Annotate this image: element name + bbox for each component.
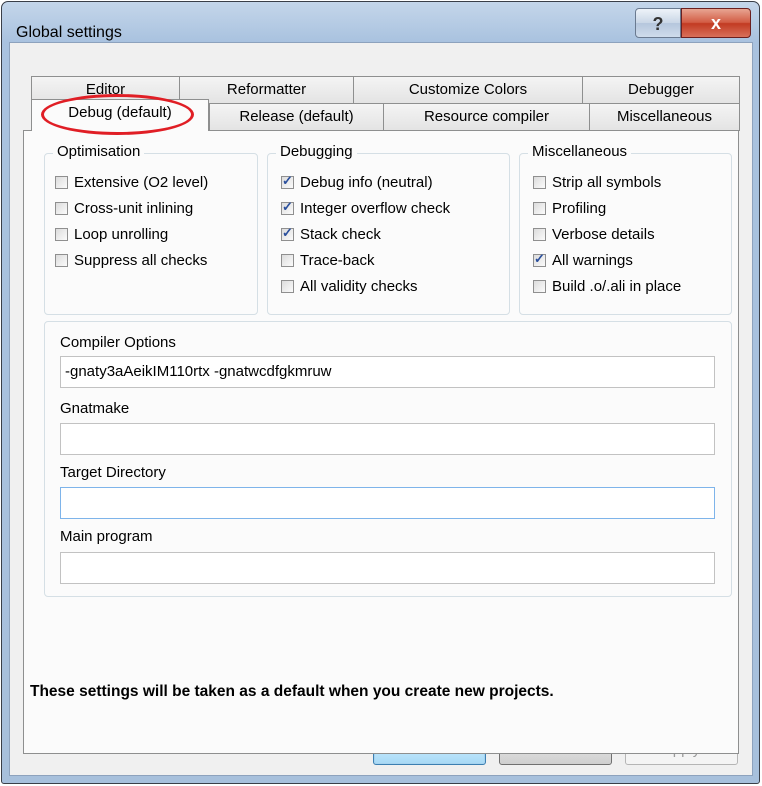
checkbox-box[interactable] [281,280,294,293]
checkbox-label: Suppress all checks [74,252,208,269]
checkbox-build-in-place[interactable]: Build .o/.ali in place [533,278,681,300]
checkbox-label: Debug info (neutral) [300,174,433,191]
dialog-window: Global settings ? x Editor Reformatter C… [1,1,760,784]
tab-label: Customize Colors [408,81,528,98]
close-icon: x [710,13,721,33]
checkbox-box[interactable] [533,176,546,189]
close-button[interactable]: x [681,8,751,38]
checkbox-profiling[interactable]: Profiling [533,200,606,222]
target-directory-input[interactable] [60,487,715,519]
gnatmake-label: Gnatmake [60,400,130,417]
checkbox-label: Loop unrolling [74,226,169,243]
checkbox-box[interactable] [281,199,294,215]
checkbox-strip-all-symbols[interactable]: Strip all symbols [533,174,661,196]
tab-release-default[interactable]: Release (default) [209,103,384,131]
highlight-annotation-ring [41,94,194,135]
checkbox-box[interactable] [55,176,68,189]
checkbox-box[interactable] [281,173,294,189]
checkbox-box[interactable] [533,251,546,267]
miscellaneous-group-title: Miscellaneous [528,143,632,160]
miscellaneous-group: Miscellaneous Strip all symbols Profilin… [519,143,732,315]
tab-miscellaneous[interactable]: Miscellaneous [589,103,740,131]
tab-label: Release (default) [239,108,354,125]
debugging-group-title: Debugging [276,143,357,160]
optimisation-group-title: Optimisation [53,143,145,160]
gnatmake-input[interactable] [60,423,715,455]
checkbox-box[interactable] [533,202,546,215]
compiler-options-label: Compiler Options [60,334,176,351]
checkbox-label: Strip all symbols [552,174,662,191]
help-icon: ? [652,14,664,34]
checkbox-debug-info[interactable]: Debug info (neutral) [281,173,433,196]
checkbox-verbose-details[interactable]: Verbose details [533,226,655,248]
checkbox-label: All warnings [552,252,633,269]
debugging-group: Debugging Debug info (neutral) Integer o… [267,143,510,315]
tab-label: Miscellaneous [616,108,713,125]
compiler-options-input[interactable]: -gnaty3aAeikIM110rtx -gnatwcdfgkmruw [60,356,715,388]
checkbox-box[interactable] [533,228,546,241]
checkbox-box[interactable] [533,280,546,293]
tab-debugger[interactable]: Debugger [582,76,740,104]
checkbox-loop-unrolling[interactable]: Loop unrolling [55,226,168,248]
optimisation-group: Optimisation Extensive (O2 level) Cross-… [44,143,258,315]
checkbox-box[interactable] [55,202,68,215]
window-title: Global settings [16,24,122,41]
tab-label: Resource compiler [423,108,550,125]
tab-label: Debugger [628,81,694,98]
tab-customize-colors[interactable]: Customize Colors [353,76,583,104]
checkbox-integer-overflow[interactable]: Integer overflow check [281,199,451,222]
main-program-input[interactable] [60,552,715,584]
compiler-fields-group: Compiler Options -gnaty3aAeikIM110rtx -g… [44,321,732,597]
checkbox-suppress-all-checks[interactable]: Suppress all checks [55,252,207,274]
checkbox-trace-back[interactable]: Trace-back [281,252,374,274]
checkbox-label: Trace-back [300,252,375,269]
tab-label: Reformatter [226,81,307,98]
tab-panel-debug-default: Optimisation Extensive (O2 level) Cross-… [23,130,739,754]
checkbox-all-warnings[interactable]: All warnings [533,251,633,274]
checkbox-label: Integer overflow check [300,200,451,217]
checkbox-all-validity-checks[interactable]: All validity checks [281,278,418,300]
main-program-label: Main program [60,528,153,545]
checkbox-label: Build .o/.ali in place [552,278,682,295]
help-button[interactable]: ? [635,8,681,38]
checkbox-label: Cross-unit inlining [74,200,194,217]
default-settings-note: These settings will be taken as a defaul… [30,683,554,700]
checkbox-label: Profiling [552,200,607,217]
checkbox-stack-check[interactable]: Stack check [281,225,381,248]
checkbox-label: Verbose details [552,226,655,243]
tab-resource-compiler[interactable]: Resource compiler [383,103,590,131]
checkbox-label: Stack check [300,226,381,243]
checkbox-box[interactable] [281,225,294,241]
checkbox-box[interactable] [281,254,294,267]
checkbox-cross-unit-inlining[interactable]: Cross-unit inlining [55,200,193,222]
checkbox-box[interactable] [55,228,68,241]
target-directory-label: Target Directory [60,464,166,481]
checkbox-label: Extensive (O2 level) [74,174,209,191]
checkbox-extensive-o2[interactable]: Extensive (O2 level) [55,174,208,196]
checkbox-label: All validity checks [300,278,418,295]
checkbox-box[interactable] [55,254,68,267]
